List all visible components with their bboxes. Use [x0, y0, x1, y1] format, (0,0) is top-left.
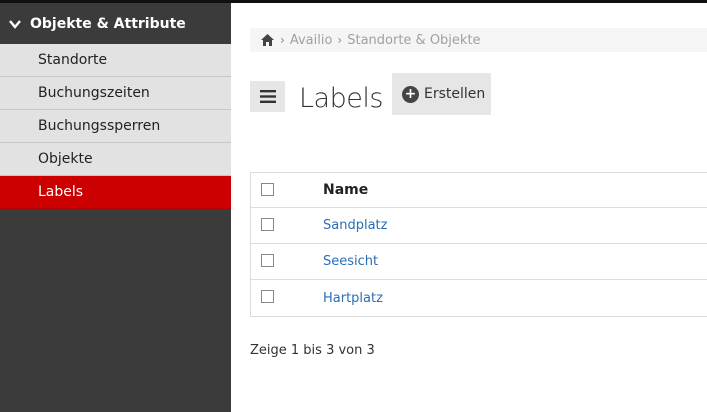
sidebar-item-buchungszeiten[interactable]: Buchungszeiten — [0, 77, 231, 110]
row-checkbox[interactable] — [261, 218, 274, 231]
sidebar-item-standorte[interactable]: Standorte — [0, 44, 231, 77]
column-header-name[interactable]: Name — [323, 182, 368, 198]
labels-table: Name Sandplatz Seesicht Hartplatz — [250, 172, 707, 317]
hamburger-icon — [259, 90, 276, 103]
table-row: Hartplatz — [251, 280, 707, 316]
main-content: › Availio › Standorte & Objekte Labels +… — [231, 3, 707, 412]
table-row: Sandplatz — [251, 208, 707, 244]
sidebar-item-label: Objekte — [38, 151, 93, 167]
sidebar-item-objekte[interactable]: Objekte — [0, 143, 231, 176]
page-title: Labels — [299, 83, 383, 114]
select-all-checkbox[interactable] — [261, 183, 274, 196]
sidebar-section-title: Objekte & Attribute — [30, 15, 186, 32]
sidebar-item-label: Standorte — [38, 52, 108, 68]
sidebar-item-label: Labels — [38, 184, 84, 200]
sidebar-item-buchungssperren[interactable]: Buchungssperren — [0, 110, 231, 143]
breadcrumb-item-availio[interactable]: Availio — [290, 33, 333, 48]
sidebar-item-label: Buchungszeiten — [38, 85, 150, 101]
breadcrumb-item-standorte-objekte[interactable]: Standorte & Objekte — [347, 33, 480, 48]
label-link[interactable]: Seesicht — [323, 254, 378, 269]
breadcrumb-separator-icon: › — [280, 33, 285, 47]
sidebar-item-label: Buchungssperren — [38, 118, 161, 134]
plus-circle-icon: + — [402, 85, 419, 103]
breadcrumb-separator-icon: › — [337, 33, 343, 47]
create-button[interactable]: + Erstellen — [392, 73, 491, 115]
row-checkbox[interactable] — [261, 254, 274, 267]
home-icon[interactable] — [260, 33, 275, 47]
row-checkbox[interactable] — [261, 290, 274, 303]
label-link[interactable]: Sandplatz — [323, 218, 387, 233]
sidebar: Objekte & Attribute Standorte Buchungsze… — [0, 3, 231, 412]
label-link[interactable]: Hartplatz — [323, 291, 383, 306]
breadcrumb: › Availio › Standorte & Objekte — [250, 28, 707, 52]
menu-toggle-button[interactable] — [250, 81, 285, 112]
pagination-info: Zeige 1 bis 3 von 3 — [250, 343, 375, 358]
table-row: Seesicht — [251, 244, 707, 280]
create-button-label: Erstellen — [424, 86, 486, 102]
sidebar-item-labels[interactable]: Labels — [0, 176, 231, 209]
sidebar-section-header[interactable]: Objekte & Attribute — [0, 3, 231, 44]
table-header-row: Name — [251, 173, 707, 208]
chevron-down-icon — [8, 17, 22, 31]
